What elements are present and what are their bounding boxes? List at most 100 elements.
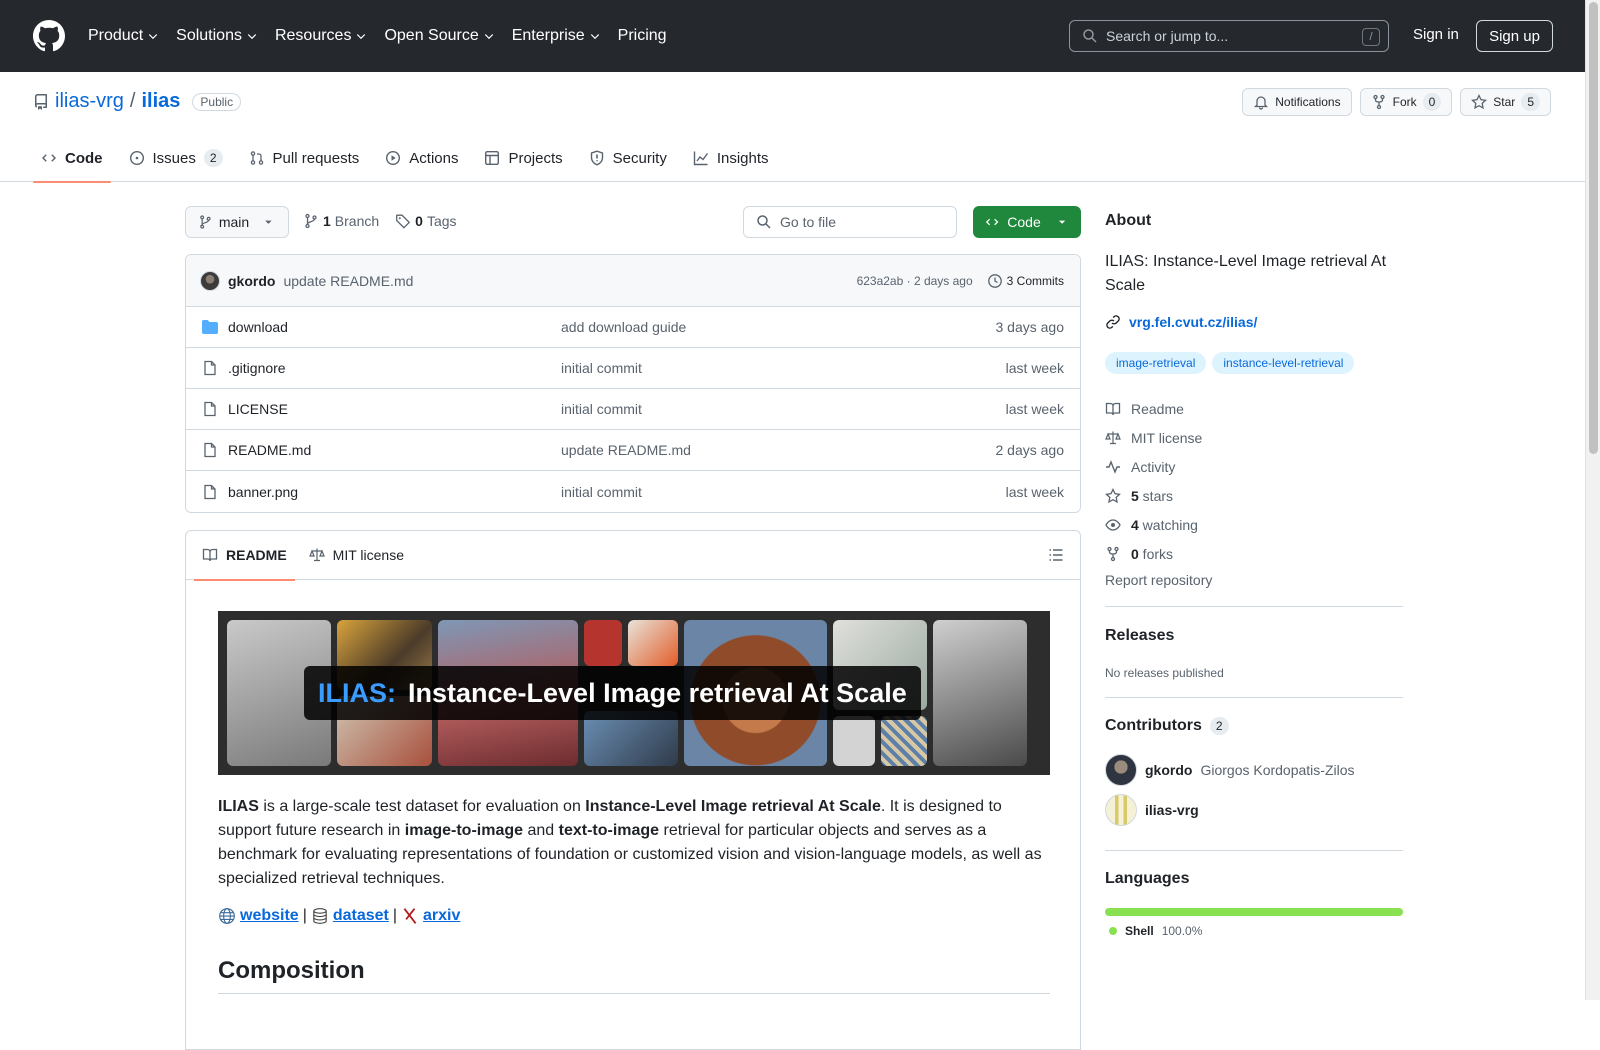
file-commit-time: last week — [1005, 360, 1064, 376]
contributors-heading[interactable]: Contributors 2 — [1105, 717, 1229, 735]
tab-insights[interactable]: Insights — [685, 134, 777, 182]
releases-heading[interactable]: Releases — [1105, 627, 1174, 645]
arxiv-link[interactable]: arxiv — [401, 907, 460, 925]
tab-pull-requests[interactable]: Pull requests — [241, 134, 368, 182]
stars-link[interactable]: 5 stars — [1105, 481, 1202, 510]
tab-code[interactable]: Code — [33, 134, 111, 183]
search-placeholder: Search or jump to... — [1106, 28, 1229, 44]
topic-tag[interactable]: image-retrieval — [1105, 352, 1207, 374]
readme-link[interactable]: Readme — [1105, 394, 1202, 423]
chevron-down-icon — [590, 34, 599, 40]
tab-actions[interactable]: Actions — [377, 134, 466, 182]
tab-security[interactable]: Security — [581, 134, 675, 182]
globe-icon — [219, 908, 235, 924]
fork-button[interactable]: Fork 0 — [1359, 88, 1453, 116]
code-icon — [985, 218, 999, 226]
file-commit-time: 3 days ago — [995, 319, 1065, 335]
repo-tabs: Code Issues 2 Pull requests Actions Proj… — [33, 134, 787, 183]
topic-tag[interactable]: instance-level-retrieval — [1212, 352, 1355, 374]
table-row[interactable]: banner.png initial commit last week — [186, 471, 1080, 512]
chevron-down-icon — [148, 34, 158, 40]
repo-path-separator: / — [129, 90, 136, 112]
file-name-link[interactable]: README.md — [228, 442, 311, 458]
link-icon — [1106, 315, 1120, 329]
forks-link[interactable]: 0 forks — [1105, 539, 1202, 568]
table-row[interactable]: README.md update README.md 2 days ago — [186, 430, 1080, 471]
github-logo-icon[interactable] — [33, 20, 65, 52]
code-icon — [42, 154, 56, 162]
file-icon — [204, 401, 216, 417]
nav-enterprise[interactable]: Enterprise — [512, 27, 601, 45]
eye-icon — [1105, 518, 1121, 531]
language-color-dot — [1109, 927, 1117, 935]
file-commit-message[interactable]: initial commit — [561, 484, 642, 500]
nav-pricing[interactable]: Pricing — [618, 27, 667, 45]
sidebar-divider — [1105, 850, 1403, 851]
avatar[interactable] — [200, 270, 220, 291]
repo-icon — [34, 93, 47, 110]
contributors-counter: 2 — [1209, 717, 1229, 735]
branches-link[interactable]: 1 Branch — [303, 213, 379, 229]
nav-product[interactable]: Product — [88, 27, 159, 45]
table-row[interactable]: LICENSE initial commit last week — [186, 389, 1080, 430]
website-link[interactable]: website — [218, 907, 299, 925]
nav-solutions[interactable]: Solutions — [176, 27, 258, 45]
language-item[interactable]: Shell 100.0% — [1109, 924, 1202, 938]
fork-icon — [1107, 546, 1119, 561]
table-row[interactable]: download add download guide 3 days ago — [186, 307, 1080, 348]
global-nav: Product Solutions Resources Open Source … — [88, 0, 684, 72]
commit-author-link[interactable]: gkordo — [228, 273, 275, 289]
tags-link[interactable]: 0 Tags — [395, 213, 457, 229]
watching-link[interactable]: 4 watching — [1105, 510, 1202, 539]
file-name-link[interactable]: banner.png — [228, 484, 298, 500]
file-commit-message[interactable]: update README.md — [561, 442, 691, 458]
page-scrollbar[interactable] — [1585, 0, 1600, 1000]
tab-readme[interactable]: README — [194, 531, 295, 581]
readme-heading-composition: Composition — [218, 957, 1050, 994]
commit-message-link[interactable]: update README.md — [283, 273, 413, 289]
nav-resources[interactable]: Resources — [275, 27, 367, 45]
activity-link[interactable]: Activity — [1105, 452, 1202, 481]
go-to-file-input[interactable]: Go to file — [743, 206, 957, 238]
nav-open-source[interactable]: Open Source — [384, 27, 494, 45]
global-search-input[interactable]: Search or jump to... / — [1069, 20, 1389, 52]
repo-owner-link[interactable]: ilias-vrg — [55, 90, 124, 113]
branch-tag-info: 1 Branch 0 Tags — [303, 213, 457, 229]
file-commit-message[interactable]: initial commit — [561, 360, 642, 376]
code-dropdown-button[interactable]: Code — [973, 206, 1081, 238]
book-icon — [202, 548, 218, 562]
file-name-link[interactable]: LICENSE — [228, 401, 288, 417]
file-commit-message[interactable]: initial commit — [561, 401, 642, 417]
commits-history-link[interactable]: 3 Commits — [987, 273, 1064, 289]
file-icon — [204, 484, 216, 499]
law-icon — [1105, 431, 1121, 444]
readme-panel: README MIT license ILIAS: Instance-Level… — [185, 530, 1081, 1050]
contributor-item[interactable]: gkordo Giorgos Kordopatis-Zilos — [1105, 754, 1355, 786]
tab-issues[interactable]: Issues 2 — [121, 134, 231, 182]
report-repository-link[interactable]: Report repository — [1105, 572, 1212, 588]
license-link[interactable]: MIT license — [1105, 423, 1202, 452]
folder-icon — [202, 320, 218, 334]
chevron-down-icon — [247, 34, 257, 40]
dataset-link[interactable]: dataset — [311, 907, 389, 925]
homepage-link[interactable]: vrg.fel.cvut.cz/ilias/ — [1105, 314, 1257, 330]
commit-hash-time[interactable]: 623a2ab · 2 days ago — [857, 274, 973, 288]
file-commit-message[interactable]: add download guide — [561, 319, 686, 335]
tab-mit-license[interactable]: MIT license — [301, 531, 412, 580]
repo-name-link[interactable]: ilias — [141, 90, 180, 113]
tab-projects[interactable]: Projects — [476, 134, 570, 182]
file-name-link[interactable]: download — [228, 319, 288, 335]
readme-banner-image: ILIAS: Instance-Level Image retrieval At… — [218, 611, 1050, 775]
scrollbar-thumb[interactable] — [1589, 2, 1598, 454]
list-outline-icon[interactable] — [1048, 547, 1064, 563]
pull-request-icon — [250, 151, 263, 165]
star-button[interactable]: Star 5 — [1460, 88, 1551, 116]
file-name-link[interactable]: .gitignore — [228, 360, 286, 376]
readme-tabs: README MIT license — [186, 531, 1080, 581]
contributor-item[interactable]: ilias-vrg — [1105, 794, 1207, 826]
sign-in-link[interactable]: Sign in — [1413, 26, 1459, 43]
sign-up-button[interactable]: Sign up — [1476, 20, 1553, 52]
notifications-button[interactable]: Notifications — [1242, 88, 1352, 116]
table-row[interactable]: .gitignore initial commit last week — [186, 348, 1080, 389]
branch-select[interactable]: main — [185, 206, 289, 238]
